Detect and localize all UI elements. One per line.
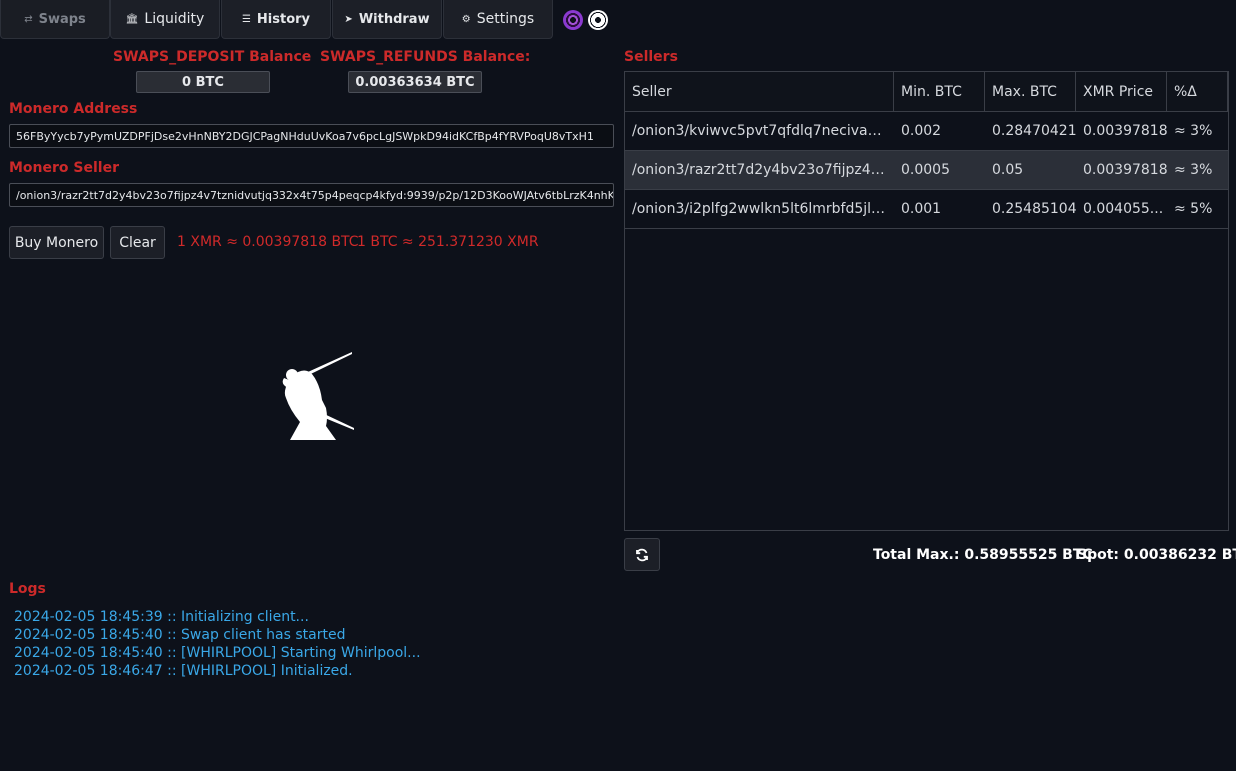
spot-price-text: Spot: 0.00386232 BTC xyxy=(1077,547,1236,563)
samurai-illustration xyxy=(282,352,354,440)
monero-seller-label: Monero Seller xyxy=(9,160,119,176)
monero-address-input[interactable]: 56FByYycb7yPymUZDPFjDse2vHnNBY2DGJCPagNH… xyxy=(9,124,614,148)
deposit-balance-label: SWAPS_DEPOSIT Balance xyxy=(113,49,312,65)
tab-withdraw[interactable]: ➤ Withdraw xyxy=(332,0,442,39)
min-btc-cell: 0.0005 xyxy=(901,162,950,178)
seller-cell: /onion3/razr2tt7d2y4bv23o7fijpz4v7tzni..… xyxy=(632,162,894,178)
delta-cell: ≈ 3% xyxy=(1174,162,1213,178)
min-btc-cell: 0.002 xyxy=(901,123,942,139)
max-btc-cell: 0.25485104 xyxy=(992,201,1076,217)
swap-arrows-icon: ⇄ xyxy=(24,13,33,25)
table-row-selected[interactable]: /onion3/razr2tt7d2y4bv23o7fijpz4v7tzni..… xyxy=(625,151,1228,190)
log-line: 2024-02-05 18:45:40 :: [WHIRLPOOL] Start… xyxy=(14,645,421,661)
tab-bar: ⇄ Swaps 🏛 Liquidity ☰ History ➤ Withdraw… xyxy=(0,0,1236,39)
xmr-price-cell: 0.004055... xyxy=(1083,201,1164,217)
table-header: Seller Min. BTC Max. BTC XMR Price %Δ xyxy=(625,72,1228,112)
min-btc-cell: 0.001 xyxy=(901,201,942,217)
tab-label: Liquidity xyxy=(144,11,205,27)
monero-seller-input[interactable]: /onion3/razr2tt7d2y4bv23o7fijpz4v7tznidv… xyxy=(9,183,614,207)
refunds-balance-value: 0.00363634 BTC xyxy=(348,71,482,93)
xmr-price-cell: 0.00397818 xyxy=(1083,162,1167,178)
xmr-rate-text: 1 XMR ≈ 0.00397818 BTC xyxy=(177,234,359,250)
refresh-icon xyxy=(636,548,648,561)
delta-cell: ≈ 3% xyxy=(1174,123,1213,139)
column-header-xmr-price[interactable]: XMR Price xyxy=(1076,72,1167,111)
buy-monero-button[interactable]: Buy Monero xyxy=(9,226,104,259)
table-row[interactable]: /onion3/kviwvc5pvt7qfdlq7necivaubzaxh...… xyxy=(625,112,1228,151)
xmr-price-cell: 0.00397818 xyxy=(1083,123,1167,139)
column-header-seller[interactable]: Seller xyxy=(625,72,894,111)
refunds-balance-label: SWAPS_REFUNDS Balance: xyxy=(320,49,531,65)
refresh-button[interactable] xyxy=(624,538,660,571)
list-icon: ☰ xyxy=(241,13,251,25)
sellers-title: Sellers xyxy=(624,49,678,65)
paper-plane-icon: ➤ xyxy=(344,13,353,25)
table-row[interactable]: /onion3/i2plfg2wwlkn5lt6lmrbfd5jlluo32..… xyxy=(625,190,1228,229)
log-line: 2024-02-05 18:46:47 :: [WHIRLPOOL] Initi… xyxy=(14,663,353,679)
logs-title: Logs xyxy=(9,581,46,597)
total-max-text: Total Max.: 0.58955525 BTC xyxy=(873,547,1093,563)
log-line: 2024-02-05 18:45:39 :: Initializing clie… xyxy=(14,609,309,625)
column-header-delta[interactable]: %Δ xyxy=(1167,72,1228,111)
btc-rate-text: 1 BTC ≈ 251.371230 XMR xyxy=(357,234,539,250)
tor-onion-icon[interactable] xyxy=(563,10,583,30)
monero-address-label: Monero Address xyxy=(9,101,138,117)
delta-cell: ≈ 5% xyxy=(1174,201,1213,217)
tab-label: Swaps xyxy=(38,11,86,27)
i2p-icon[interactable] xyxy=(588,10,608,30)
tab-label: Withdraw xyxy=(358,11,430,27)
max-btc-cell: 0.28470421 xyxy=(992,123,1076,139)
tab-swaps[interactable]: ⇄ Swaps xyxy=(0,0,110,39)
gear-icon: ⚙ xyxy=(461,13,471,25)
seller-cell: /onion3/kviwvc5pvt7qfdlq7necivaubzaxh... xyxy=(632,123,894,139)
tab-history[interactable]: ☰ History xyxy=(221,0,331,39)
seller-cell: /onion3/i2plfg2wwlkn5lt6lmrbfd5jlluo32..… xyxy=(632,201,894,217)
sellers-table: Seller Min. BTC Max. BTC XMR Price %Δ /o… xyxy=(624,71,1229,531)
column-header-max-btc[interactable]: Max. BTC xyxy=(985,72,1076,111)
tab-liquidity[interactable]: 🏛 Liquidity xyxy=(110,0,220,39)
deposit-balance-value: 0 BTC xyxy=(136,71,270,93)
tab-label: Settings xyxy=(476,11,535,27)
clear-button[interactable]: Clear xyxy=(110,226,165,259)
log-line: 2024-02-05 18:45:40 :: Swap client has s… xyxy=(14,627,346,643)
tab-settings[interactable]: ⚙ Settings xyxy=(443,0,553,39)
bank-icon: 🏛 xyxy=(125,13,139,25)
max-btc-cell: 0.05 xyxy=(992,162,1024,178)
column-header-min-btc[interactable]: Min. BTC xyxy=(894,72,985,111)
tab-label: History xyxy=(256,11,311,27)
